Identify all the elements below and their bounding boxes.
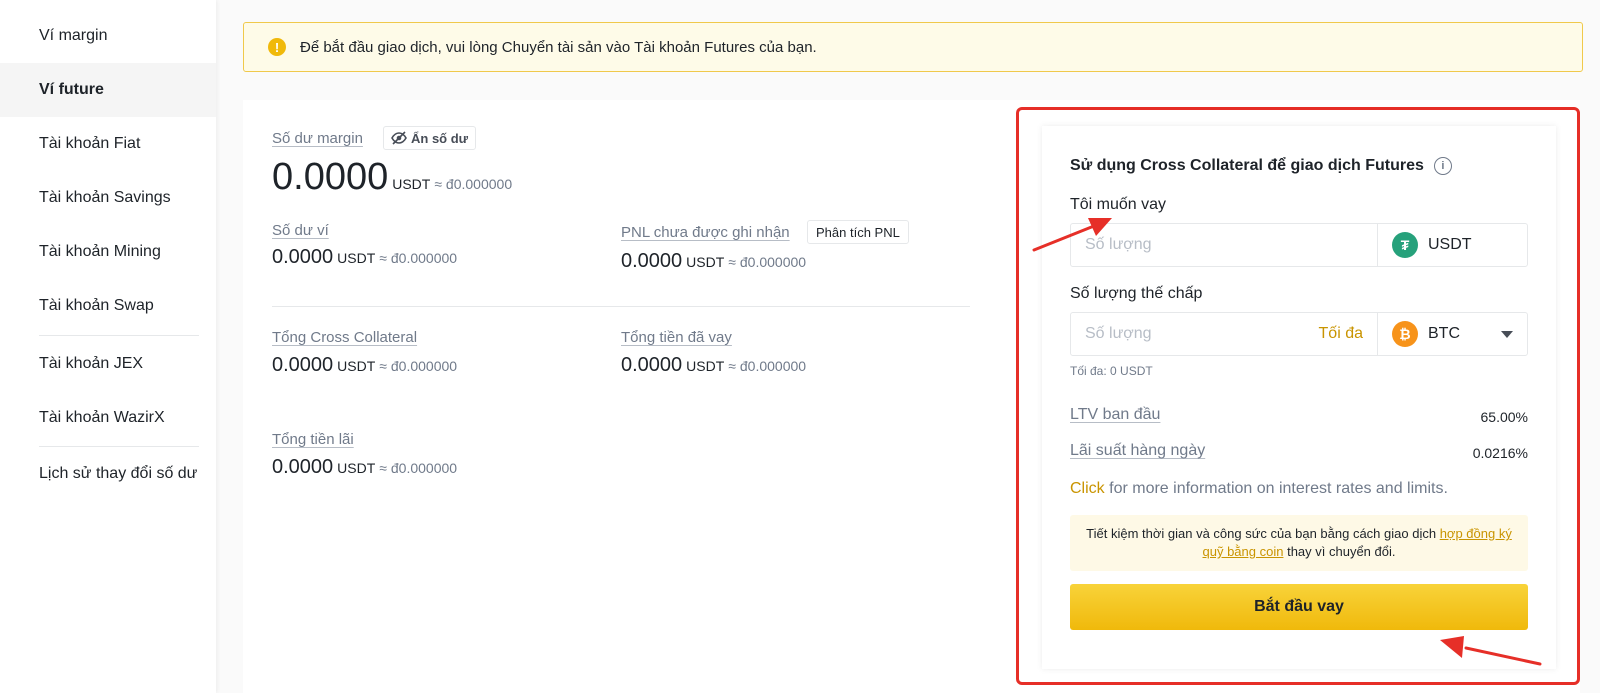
unit-label: USDT	[337, 250, 376, 266]
approx-value: ≈ đ0.000000	[728, 254, 807, 270]
approx-value: ≈ đ0.000000	[379, 358, 458, 374]
pnl-analysis-button[interactable]: Phân tích PNL	[807, 220, 909, 244]
unit-label: USDT	[686, 254, 725, 270]
sidebar-item-balance-history[interactable]: Lịch sử thay đổi số dư	[0, 447, 216, 501]
unrealized-pnl-label: PNL chưa được ghi nhận	[621, 224, 790, 241]
total-cross-collateral-value: 0.0000 USDT ≈ đ0.000000	[272, 354, 457, 377]
unit-label: USDT	[337, 460, 376, 476]
annotation-arrow-icon	[1032, 218, 1112, 252]
sidebar-item-jex[interactable]: Tài khoản JEX	[0, 337, 216, 391]
total-interest-value: 0.0000 USDT ≈ đ0.000000	[272, 456, 457, 479]
annotation-arrow-icon	[1440, 636, 1542, 666]
margin-balance-label: Số dư margin	[272, 130, 363, 147]
total-cross-collateral-label: Tổng Cross Collateral	[272, 329, 418, 346]
approx-value: ≈ đ0.000000	[379, 460, 458, 476]
sidebar-item-futures-wallet[interactable]: Ví future	[0, 63, 216, 117]
alert-text: Để bắt đầu giao dịch, vui lòng Chuyển tà…	[300, 38, 817, 56]
sidebar-item-margin-wallet[interactable]: Ví margin	[0, 9, 216, 63]
unit-label: USDT	[392, 176, 431, 192]
wallet-balance-amount: 0.0000	[272, 246, 334, 268]
hide-balance-button[interactable]: Ẩn số dư	[383, 126, 477, 150]
approx-value: ≈ đ0.000000	[379, 250, 458, 266]
unrealized-pnl-amount: 0.0000	[621, 250, 683, 272]
margin-balance-value: 0.0000 USDT ≈ đ0.000000	[272, 156, 512, 199]
sidebar-divider	[39, 335, 199, 336]
sidebar-item-savings[interactable]: Tài khoản Savings	[0, 171, 216, 225]
wallet-balance-value: 0.0000 USDT ≈ đ0.000000	[272, 246, 457, 269]
divider	[272, 306, 970, 307]
total-interest-label: Tổng tiền lãi	[272, 431, 354, 448]
approx-value: ≈ đ0.000000	[434, 176, 513, 192]
margin-balance-amount: 0.0000	[272, 156, 389, 198]
hide-balance-label: Ẩn số dư	[411, 130, 469, 146]
sidebar-item-swap[interactable]: Tài khoản Swap	[0, 279, 216, 333]
unit-label: USDT	[337, 358, 376, 374]
total-borrowed-amount: 0.0000	[621, 354, 683, 376]
unrealized-pnl-value: 0.0000 USDT ≈ đ0.000000	[621, 250, 806, 273]
wallet-balance-label: Số dư ví	[272, 222, 329, 239]
sidebar-item-mining[interactable]: Tài khoản Mining	[0, 225, 216, 279]
total-interest-amount: 0.0000	[272, 456, 334, 478]
total-borrowed-label: Tổng tiền đã vay	[621, 329, 732, 346]
alert-banner: ! Để bắt đầu giao dịch, vui lòng Chuyển …	[243, 22, 1583, 72]
total-borrowed-value: 0.0000 USDT ≈ đ0.000000	[621, 354, 806, 377]
warning-icon: !	[268, 38, 286, 56]
total-cross-collateral-amount: 0.0000	[272, 354, 334, 376]
sidebar: Ví margin Ví future Tài khoản Fiat Tài k…	[0, 0, 216, 693]
eye-off-icon	[391, 131, 407, 145]
approx-value: ≈ đ0.000000	[728, 358, 807, 374]
highlight-frame	[1016, 107, 1580, 685]
unit-label: USDT	[686, 358, 725, 374]
sidebar-item-fiat[interactable]: Tài khoản Fiat	[0, 117, 216, 171]
sidebar-item-wazirx[interactable]: Tài khoản WazirX	[0, 391, 216, 445]
